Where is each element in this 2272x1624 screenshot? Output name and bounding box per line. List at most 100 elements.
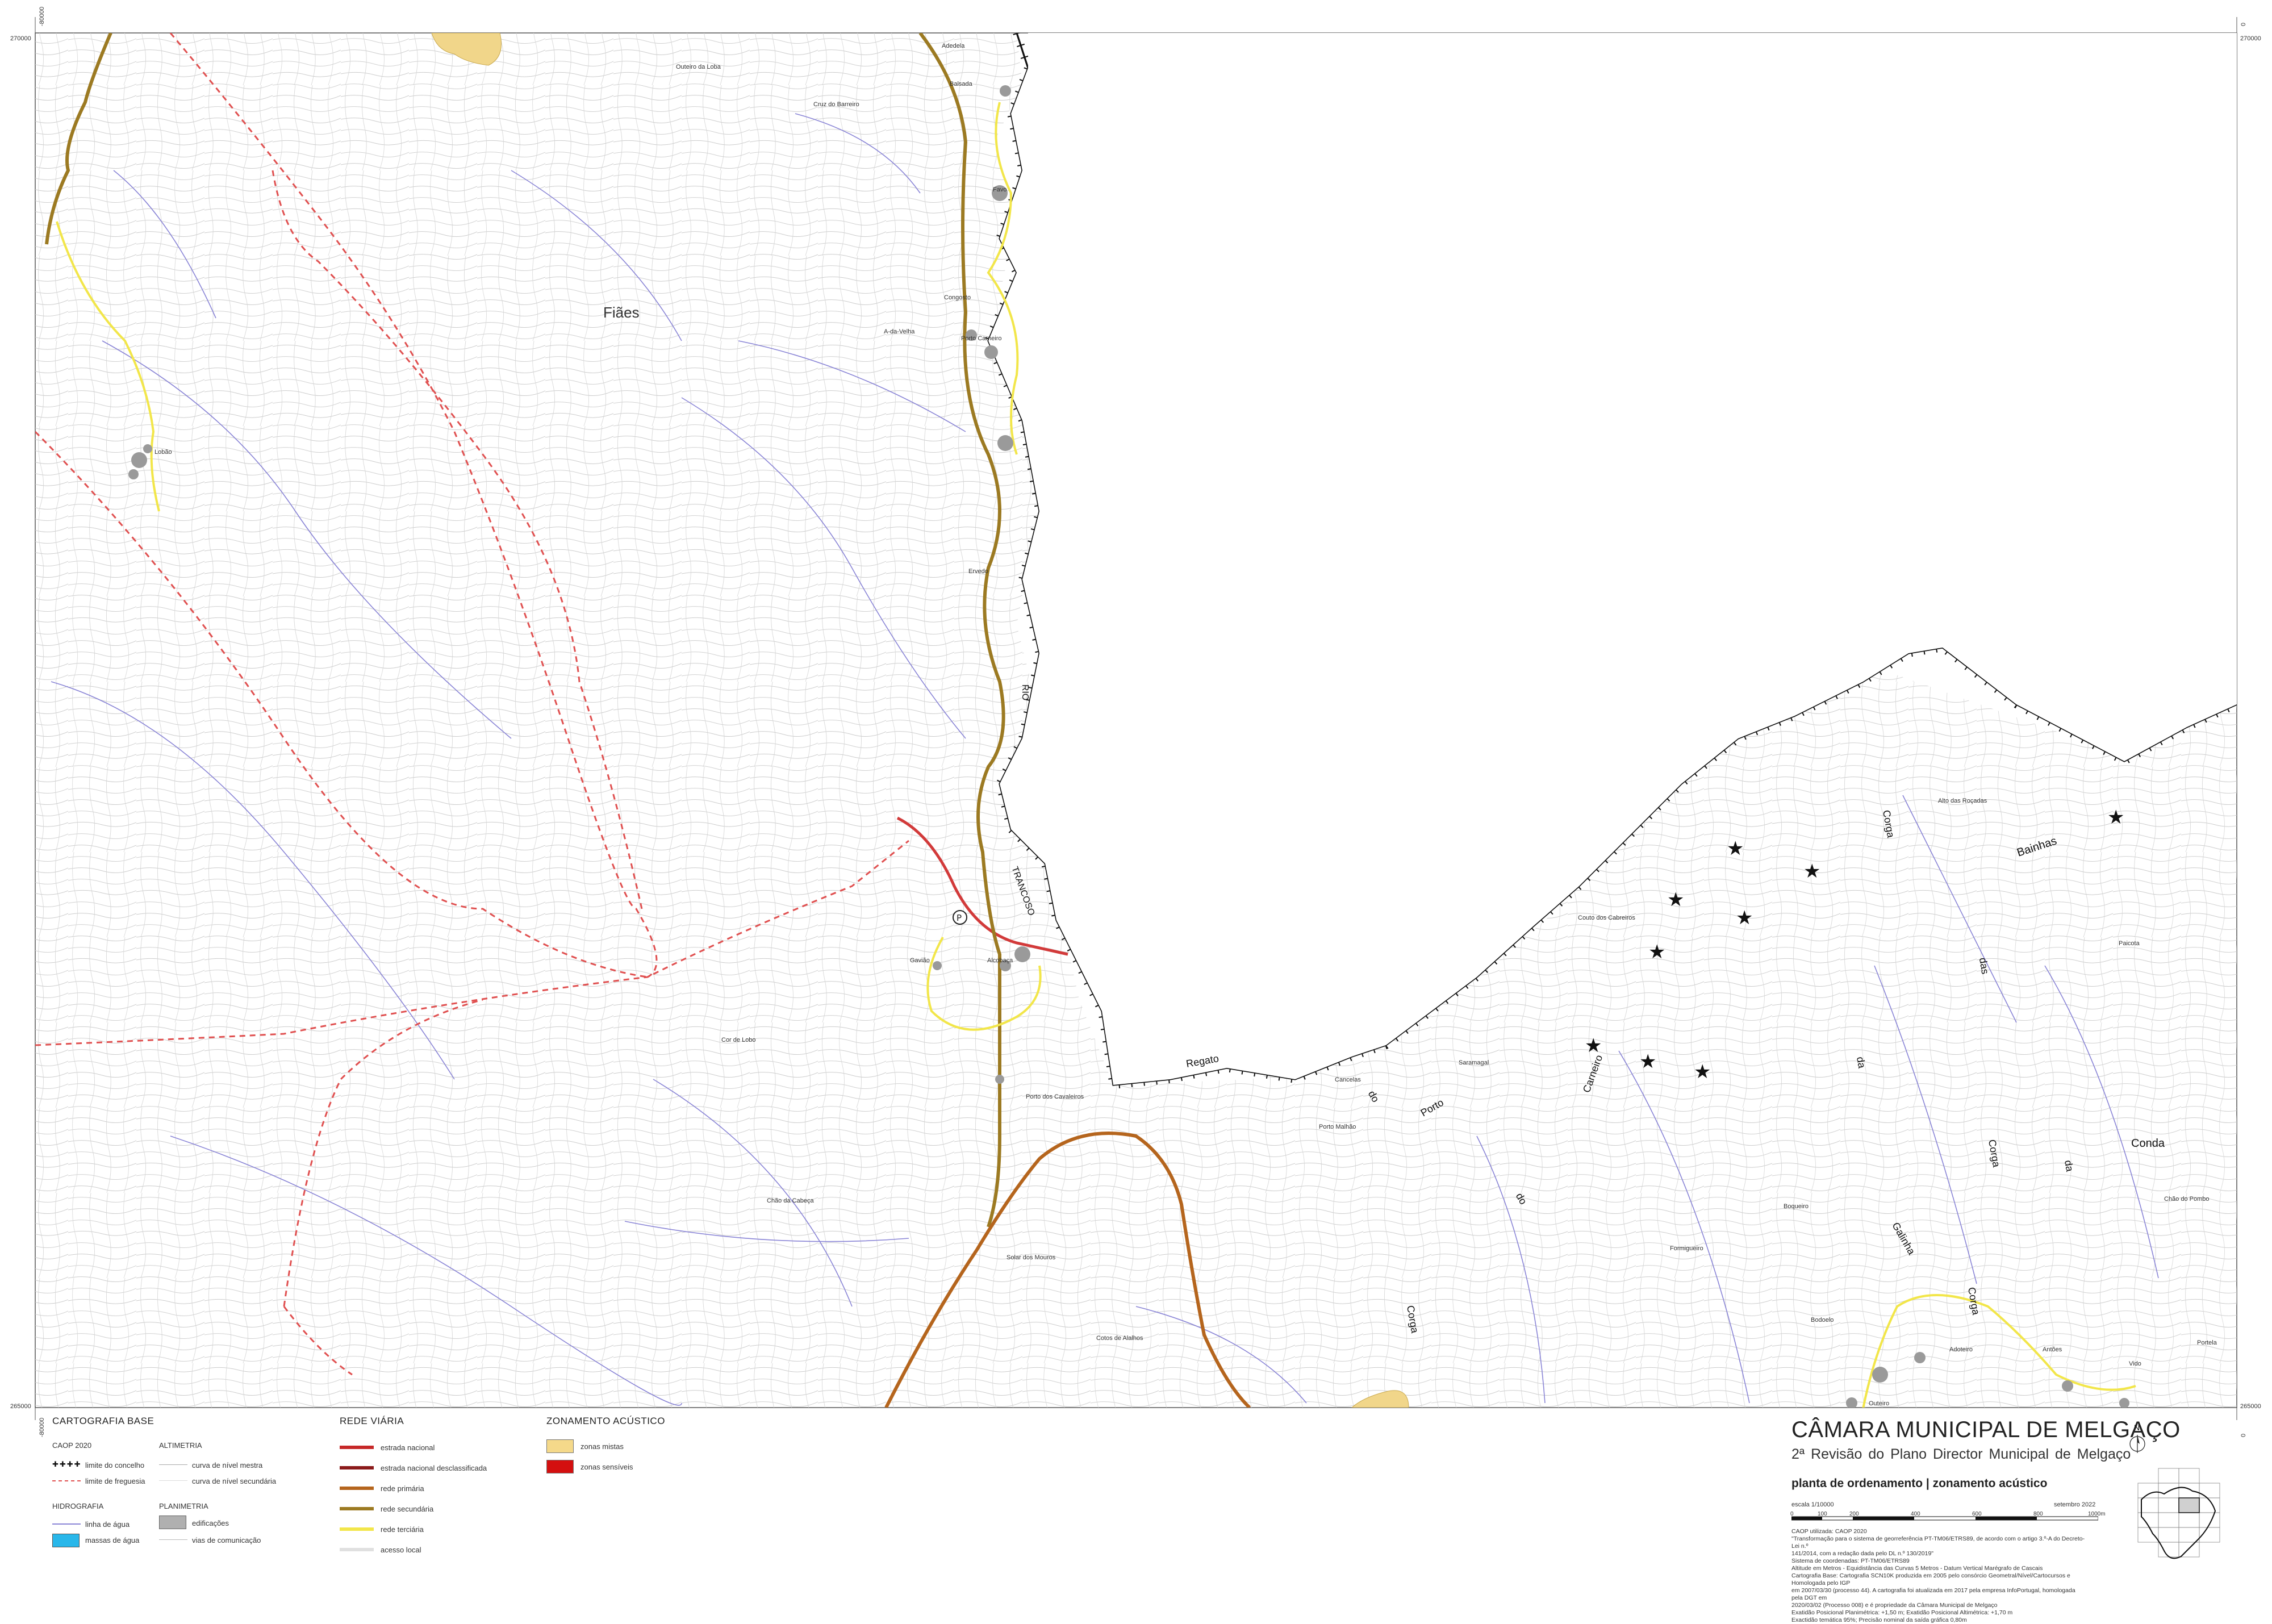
place-label: Vido [2129,1360,2141,1367]
place-label: Cotos de Alalhos [1096,1335,1143,1342]
scale-tick: 200 [1849,1511,1859,1517]
metadata-notes: CAOP utilizada: CAOP 2020 "Transformação … [1791,1528,2087,1624]
legend-curva-mestra: curva de nível mestra [192,1461,263,1469]
stream-label: da [2062,1159,2076,1173]
coord-top-left-y: 270000 [10,35,31,42]
place-label: Outeiro [1869,1400,1890,1407]
zonamento-label: zonas sensíveis [580,1462,633,1471]
river-label: RIO [1020,684,1030,701]
zone-swatch [546,1439,574,1453]
coord-top-left-x: -80000 [39,6,45,26]
rede-viaria-label: rede secundária [381,1504,434,1513]
place-label: Adoteiro [1949,1346,1973,1353]
metadata-line: em 2007/03/30 (processo 44). A cartograf… [1791,1587,2075,1601]
legend-limite-concelho: limite do concelho [85,1461,145,1469]
legend-linha-agua: linha de água [85,1520,130,1529]
place-label: Outeiro da Loba [676,64,721,70]
star-marker: ★ [1694,1061,1711,1083]
scale-tick: 600 [1972,1511,1982,1517]
municipality-title: CÂMARA MUNICIPAL DE MELGAÇO [1791,1417,2181,1442]
place-label: Antões [2043,1346,2062,1353]
scale-bar [1791,1516,2098,1521]
place-label: Chão da Cabeça [767,1197,814,1204]
legend-base-heading: CARTOGRAFIA BASE [52,1416,154,1426]
place-label: Boqueiro [1784,1203,1809,1210]
place-label: Porto Malhão [1319,1124,1356,1130]
metadata-line: "Transformação para o sistema de georref… [1791,1535,2085,1550]
place-label: Cor de Lobo [721,1037,756,1043]
rede-viaria-label: acesso local [381,1545,421,1554]
place-label: Porto Carneiro [961,335,1002,342]
sheet-title: planta de ordenamento | zonamento acústi… [1791,1477,2048,1490]
coord-bottom-left-x: -80000 [39,1417,45,1437]
secondary-contour-swatch [159,1480,187,1481]
place-label: Paicota [2119,940,2140,947]
place-label: Porto dos Cavaleiros [1026,1093,1084,1100]
locator-map [2137,1468,2220,1559]
rede-viaria-label: rede primária [381,1484,424,1493]
metadata-line: Exatidão Posicional Planimétrica: +1,50 … [1791,1609,2013,1616]
rede-viaria-item: estrada nacional [340,1437,510,1458]
star-marker: ★ [2107,806,2124,829]
rede-viaria-label: estrada nacional [381,1443,435,1452]
legend-vias: vias de comunicação [192,1536,261,1544]
rede-viaria-label: estrada nacional desclassificada [381,1463,487,1472]
water-line-swatch [52,1523,81,1525]
legend-zonamento-heading: ZONAMENTO ACÚSTICO [546,1416,665,1426]
svg-text:P: P [957,913,962,923]
coord-bottom-right-x: 0 [2240,1433,2247,1437]
date-label: setembro 2022 [2054,1501,2096,1508]
legend-edificacoes: edificações [192,1519,229,1527]
parish-limit-swatch [52,1480,81,1481]
road-swatch [340,1466,374,1469]
master-contour-swatch [159,1464,187,1465]
metadata-line: Sistema de coordenadas: PT-TM06/ETRS89 [1791,1558,1910,1564]
rede-viaria-label: rede terciária [381,1525,424,1534]
metadata-line: Cartografia Base: Cartografia SCN10K pro… [1791,1572,2070,1587]
legend-massas-agua: massas de água [85,1536,140,1544]
zone-swatch [546,1460,574,1473]
legend-planimetria-heading: PLANIMETRIA [159,1502,208,1510]
rede-viaria-item: rede terciária [340,1519,510,1539]
stream-label: Conda [2131,1137,2165,1150]
legend-hidrografia-heading: HIDROGRAFIA [52,1502,104,1510]
concelho-limit-swatch: ✚✚✚✚ [52,1460,82,1468]
place-label: Balsada [950,81,972,87]
rede-viaria-item: estrada nacional desclassificada [340,1458,510,1478]
rede-viaria-item: rede secundária [340,1498,510,1519]
place-label: Adedela [942,43,965,49]
legend-altimetria-heading: ALTIMETRIA [159,1441,202,1450]
rede-viaria-item: rede primária [340,1478,510,1498]
coord-bottom-right-y: 265000 [2240,1403,2261,1410]
scale-tick: 400 [1911,1511,1920,1517]
stream-label: da [1854,1055,1868,1070]
legend-curva-secundaria: curva de nível secundária [192,1477,277,1485]
place-label: Formigueiro [1670,1245,1703,1252]
metadata-line: 141/2014, com a redação dada pelo DL n.º… [1791,1550,1934,1557]
road-swatch [340,1527,374,1531]
road-swatch [340,1446,374,1449]
scale-tick: 100 [1818,1511,1827,1517]
place-label: Lobão [154,449,172,456]
scale-label: escala 1/10000 [1791,1501,1834,1508]
scale-tick: 1000m [2088,1511,2106,1517]
scale-tick: 0 [1790,1511,1794,1517]
star-marker: ★ [1639,1050,1656,1073]
legend-rede-viaria-heading: REDE VIÁRIA [340,1416,404,1426]
place-label: Bodoelo [1811,1317,1834,1324]
place-label: Cruz do Barreiro [813,101,859,108]
scale-tick: 800 [2033,1511,2043,1517]
zonamento-item: zonas mistas [546,1436,717,1456]
road-swatch [340,1548,374,1551]
place-label: Solar dos Mouros [1006,1254,1056,1261]
star-marker: ★ [1667,888,1684,911]
parish-label: Fiães [603,304,640,321]
legend-caop-heading: CAOP 2020 [52,1441,92,1450]
map-frame: ★ ★ ★ ★ ★ ★ ★ ★ ★ P [35,17,2237,1420]
zonamento-label: zonas mistas [580,1442,624,1451]
star-marker: ★ [1727,837,1744,860]
metadata-line: Altitude em Metros - Equidistância das C… [1791,1565,2043,1572]
metadata-line: Exactidão temática 95%; Precisão nominal… [1791,1617,1967,1623]
star-marker: ★ [1648,941,1665,963]
place-label: Saramagal [1459,1059,1489,1066]
